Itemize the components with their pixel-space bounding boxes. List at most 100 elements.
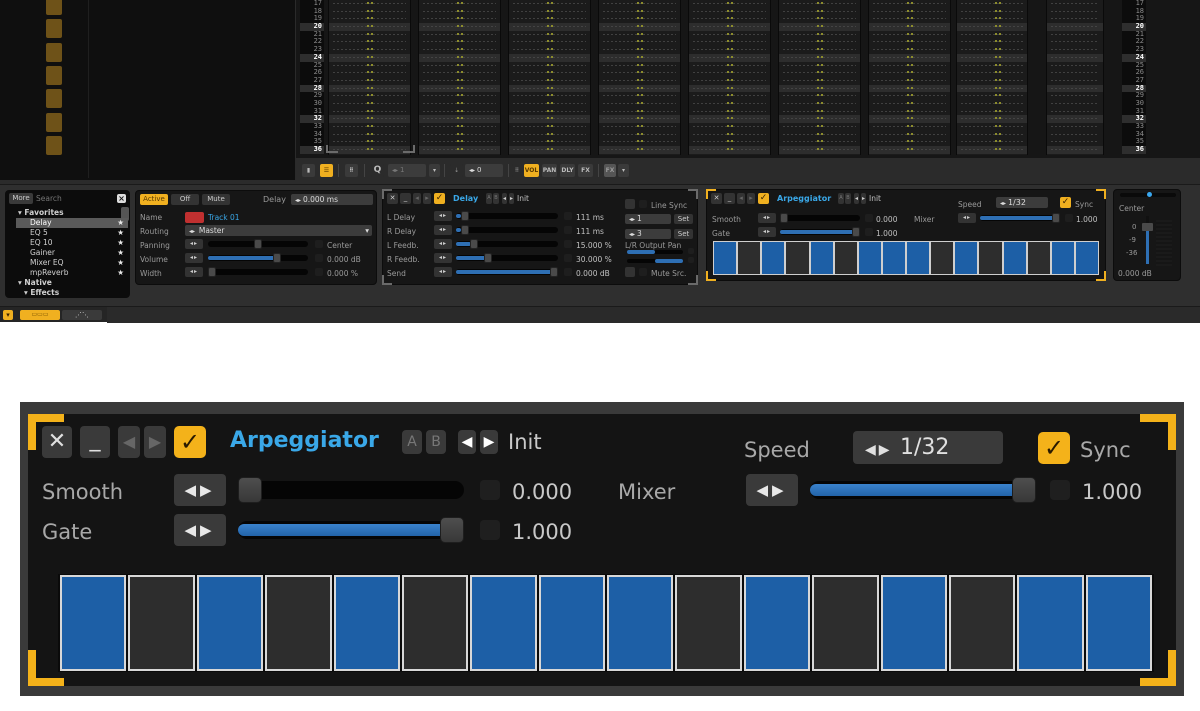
gate-automation-box[interactable] <box>480 520 500 540</box>
pattern-line[interactable] <box>419 131 500 139</box>
pattern-line[interactable] <box>689 46 770 54</box>
track-column[interactable] <box>508 0 591 155</box>
pattern-line[interactable] <box>779 15 860 23</box>
pattern-line[interactable] <box>509 8 590 16</box>
pattern-line[interactable] <box>599 108 680 116</box>
automation-tab[interactable]: ⋰⋱ <box>62 310 102 320</box>
pattern-line[interactable] <box>329 23 410 31</box>
track-block[interactable] <box>46 89 62 109</box>
l-pan-automation-box[interactable] <box>688 248 694 254</box>
pattern-line[interactable] <box>689 115 770 123</box>
track-block[interactable] <box>46 19 62 39</box>
pattern-line[interactable] <box>689 53 770 62</box>
param-slider[interactable] <box>456 267 558 277</box>
track-column[interactable] <box>1046 0 1104 155</box>
pattern-line[interactable] <box>1047 108 1103 116</box>
pattern-line[interactable] <box>509 23 590 31</box>
preset-b-button[interactable]: B <box>845 193 851 204</box>
pattern-line[interactable] <box>689 69 770 77</box>
move-left-icon[interactable]: ◂ <box>413 193 421 204</box>
pattern-line[interactable] <box>869 108 950 116</box>
pattern-line[interactable] <box>957 46 1027 54</box>
pattern-line[interactable] <box>509 46 590 54</box>
param-automation-box[interactable] <box>564 268 572 276</box>
pattern-line[interactable] <box>419 8 500 16</box>
slider-knob[interactable] <box>852 227 860 237</box>
mixer-stepper[interactable]: ◀▶ <box>746 474 798 506</box>
pan-knob[interactable] <box>1147 192 1152 197</box>
pattern-line[interactable] <box>957 92 1027 100</box>
minimize-device-icon[interactable]: _ <box>400 193 411 204</box>
pattern-line[interactable] <box>509 92 590 100</box>
preset-a-button[interactable]: A <box>838 193 844 204</box>
pattern-line[interactable] <box>329 8 410 16</box>
pattern-line[interactable] <box>779 146 860 154</box>
prev-preset-icon[interactable]: ◀ <box>458 430 476 454</box>
pattern-line[interactable] <box>329 46 410 54</box>
pattern-line[interactable] <box>957 53 1027 62</box>
pattern-line[interactable] <box>779 31 860 39</box>
pattern-line[interactable] <box>509 62 590 70</box>
line-sync-checkbox[interactable] <box>639 200 647 208</box>
pattern-line[interactable] <box>957 84 1027 93</box>
pattern-line[interactable] <box>329 84 410 93</box>
param-stepper[interactable]: ◂▸ <box>434 267 452 277</box>
pattern-line[interactable] <box>419 69 500 77</box>
pattern-line[interactable] <box>1047 46 1103 54</box>
pattern-line[interactable] <box>419 53 500 62</box>
move-right-icon[interactable]: ▸ <box>423 193 431 204</box>
pattern-line[interactable] <box>509 123 590 131</box>
prev-preset-icon[interactable]: ◂ <box>502 193 507 204</box>
pattern-line[interactable] <box>419 84 500 93</box>
pattern-line[interactable] <box>779 46 860 54</box>
arp-step[interactable] <box>812 575 879 671</box>
pattern-line[interactable] <box>869 31 950 39</box>
pattern-line[interactable] <box>599 92 680 100</box>
l-set-button[interactable]: Set <box>674 214 693 224</box>
next-preset-icon[interactable]: ▶ <box>480 430 498 454</box>
pattern-line[interactable] <box>689 31 770 39</box>
arp-step[interactable] <box>1085 575 1152 671</box>
pattern-line[interactable] <box>1047 138 1103 146</box>
sync-checkbox[interactable]: ✓ <box>1060 197 1071 208</box>
pattern-line[interactable] <box>329 146 410 154</box>
pattern-line[interactable] <box>419 38 500 46</box>
pattern-line[interactable] <box>869 15 950 23</box>
pattern-line[interactable] <box>689 100 770 108</box>
pattern-line[interactable] <box>419 108 500 116</box>
routing-select[interactable]: ◂▸ Master ▾ <box>185 225 372 236</box>
width-stepper[interactable]: ◂▸ <box>185 267 203 277</box>
volume-slider[interactable] <box>208 253 308 263</box>
pattern-line[interactable] <box>957 123 1027 131</box>
gate-slider[interactable] <box>780 227 860 237</box>
r-pan-automation-box[interactable] <box>688 257 694 263</box>
pattern-line[interactable] <box>869 115 950 123</box>
r-lines-field[interactable]: ◂▸ 3 <box>625 229 671 239</box>
pattern-line[interactable] <box>509 53 590 62</box>
track-block[interactable] <box>46 65 62 85</box>
arp-step[interactable] <box>713 241 738 275</box>
pattern-line[interactable] <box>329 53 410 62</box>
arp-step[interactable] <box>538 575 605 671</box>
pattern-line[interactable] <box>419 77 500 85</box>
arp-step[interactable] <box>761 241 786 275</box>
grid-view-button[interactable]: ⠿ <box>345 164 358 177</box>
panning-stepper[interactable]: ◂▸ <box>185 239 203 249</box>
slider-knob[interactable] <box>208 267 216 277</box>
column-dly-button[interactable]: DLY <box>560 164 575 177</box>
param-stepper[interactable]: ◂▸ <box>434 253 452 263</box>
arp-step[interactable] <box>128 575 195 671</box>
track-column[interactable] <box>598 0 681 155</box>
param-slider[interactable] <box>456 225 558 235</box>
pattern-line[interactable] <box>869 77 950 85</box>
pattern-line[interactable] <box>599 100 680 108</box>
smooth-stepper[interactable]: ◂▸ <box>758 213 776 223</box>
pattern-line[interactable] <box>509 15 590 23</box>
track-block[interactable] <box>46 135 62 155</box>
arp-step[interactable] <box>1002 241 1027 275</box>
arp-step[interactable] <box>333 575 400 671</box>
pattern-line[interactable] <box>599 115 680 123</box>
volume-automation-box[interactable] <box>315 254 323 262</box>
track-column[interactable] <box>868 0 951 155</box>
pattern-line[interactable] <box>419 46 500 54</box>
